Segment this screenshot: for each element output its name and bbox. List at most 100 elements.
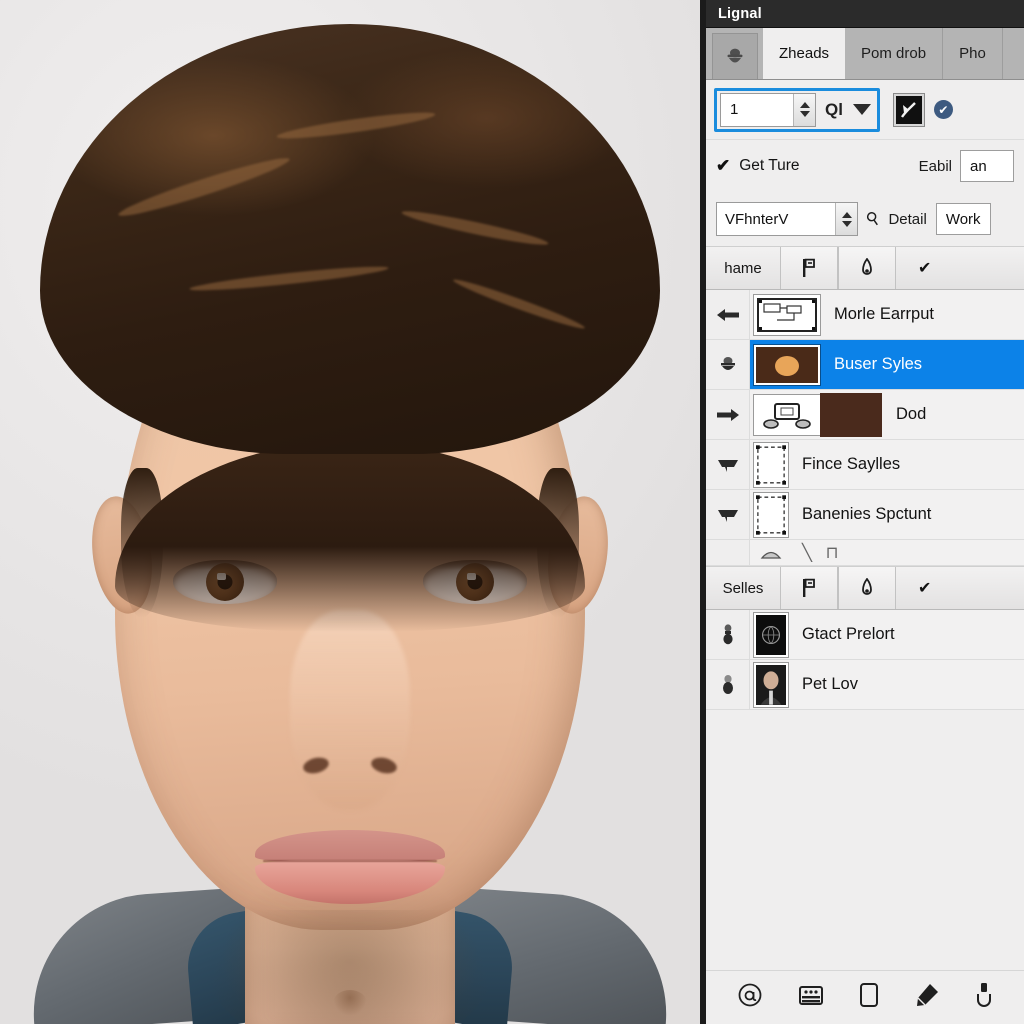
list-two-body: Gtact Prelort Pet Lov [706, 610, 1024, 710]
list-two-name-column: Selles [722, 579, 764, 597]
list-one-name-column: hame [724, 259, 762, 277]
row-gutter[interactable] [706, 440, 750, 489]
row-gutter[interactable] [706, 340, 750, 389]
color-swatch[interactable] [820, 392, 882, 437]
table-row-clipped[interactable]: ╲ ⊓ [706, 540, 1024, 566]
window-titlebar: Lignal [706, 0, 1024, 28]
lip-line [263, 860, 437, 862]
row-gutter[interactable] [706, 490, 750, 539]
clipped-thumb [754, 540, 788, 565]
preset-stepper-buttons[interactable] [835, 203, 857, 235]
pin-icon [722, 623, 733, 644]
tab-label: Pho [959, 45, 986, 62]
toolbar-primary: 1 Ql ✔ [706, 80, 1024, 140]
eabil-value: an [970, 157, 987, 175]
tab-shape-icon [717, 509, 738, 522]
row-gutter[interactable] [706, 540, 750, 565]
tab-label: Zheads [779, 45, 830, 62]
list-one-body: Morle Earrput Buser Syles Dod Fince Sayl… [706, 290, 1024, 566]
toolbox-icon[interactable] [798, 983, 824, 1013]
brown-circle-thumb[interactable] [754, 344, 820, 385]
upper-lip [255, 830, 445, 862]
application-panel: Lignal Zheads Pom drob Pho 1 Ql ✔ ✔ Get … [700, 0, 1024, 1024]
checkmark-icon: ✔ [716, 156, 731, 175]
get-ture-checkbox[interactable]: ✔ Get Ture [716, 156, 800, 176]
stepper-down-icon[interactable] [799, 111, 810, 117]
stepper-up-icon[interactable] [799, 102, 810, 108]
work-field[interactable]: Work [935, 203, 991, 235]
stepper-buttons[interactable] [793, 93, 815, 126]
empty-selection-thumb[interactable] [754, 442, 788, 487]
pen-nib-icon[interactable] [838, 247, 896, 289]
work-value: Work [945, 210, 981, 228]
stylus-icon[interactable] [975, 982, 993, 1014]
brush-stroke-icon[interactable] [893, 93, 924, 126]
app-badge-icon[interactable] [712, 33, 758, 79]
panel-empty-space [706, 710, 1024, 970]
preset-value: VFhnterV [725, 210, 789, 228]
arrow-right-icon [716, 408, 739, 421]
row-label: Banenies Spctunt [802, 505, 932, 523]
table-row[interactable]: Buser Syles [706, 340, 1024, 390]
lower-lip [255, 860, 445, 904]
hair-highlight [451, 275, 587, 333]
row-label: Morle Earrput [834, 305, 934, 323]
get-ture-label: Get Ture [739, 157, 800, 174]
portrait-photo-canvas[interactable] [0, 0, 700, 1024]
nose [290, 610, 410, 810]
at-circle-icon[interactable] [737, 982, 763, 1014]
detail-label: Detail [888, 210, 927, 228]
stepper-down-icon[interactable] [841, 220, 852, 227]
combo-unit-label: Ql [825, 99, 843, 119]
table-row[interactable]: Gtact Prelort [706, 610, 1024, 660]
list-one-check-column[interactable]: ✔ [896, 247, 1024, 289]
pen-nib-icon[interactable] [838, 567, 896, 609]
tablet-icon[interactable] [859, 982, 879, 1014]
chevron-down-icon[interactable] [852, 104, 871, 115]
hair-highlight [275, 107, 436, 143]
tab-pom-drob[interactable]: Pom drob [845, 28, 944, 79]
row-gutter[interactable] [706, 660, 750, 709]
flag-icon[interactable] [780, 567, 838, 609]
toolbar-selection: VFhnterV ⚲ Detail Work [706, 192, 1024, 246]
key-icon[interactable]: ⚲ [862, 207, 884, 231]
diagram-thumb[interactable] [754, 294, 820, 335]
quantity-stepper[interactable]: 1 [720, 92, 816, 127]
row-label: Pet Lov [802, 675, 858, 693]
row-gutter[interactable] [706, 390, 750, 439]
chin-shadow [220, 910, 480, 1024]
marker-pen-icon[interactable] [914, 982, 940, 1014]
stepper-value: 1 [730, 101, 739, 118]
table-row[interactable]: Banenies Spctunt [706, 490, 1024, 540]
row-label: Gtact Prelort [802, 625, 895, 643]
hair-highlight [188, 262, 389, 295]
bottom-toolbar [706, 970, 1024, 1024]
check-circle-icon[interactable]: ✔ [933, 100, 953, 119]
preset-select[interactable]: VFhnterV [716, 202, 858, 236]
table-row[interactable]: Pet Lov [706, 660, 1024, 710]
focused-combo-group[interactable]: 1 Ql [714, 87, 880, 132]
portrait-thumb[interactable] [754, 662, 788, 707]
row-gutter[interactable] [706, 290, 750, 339]
tab-shape-icon [717, 459, 738, 472]
pin-icon [722, 674, 733, 694]
eabil-field[interactable]: an [960, 150, 1014, 182]
table-row[interactable]: Dod [706, 390, 1024, 440]
row-gutter[interactable] [706, 610, 750, 659]
flag-icon[interactable] [780, 247, 838, 289]
empty-selection-thumb[interactable] [754, 492, 788, 537]
check-glyph: ✔ [938, 102, 949, 117]
tab-pho[interactable]: Pho [943, 28, 1003, 79]
monitor-thumb[interactable] [754, 394, 820, 435]
window-title: Lignal [718, 5, 762, 22]
stepper-up-icon[interactable] [841, 211, 852, 218]
list-two-check-column[interactable]: ✔ [896, 567, 1024, 609]
list-two-header: Selles ✔ [706, 566, 1024, 610]
table-row[interactable]: Morle Earrput [706, 290, 1024, 340]
tab-zheads[interactable]: Zheads [763, 28, 846, 79]
arrow-down-pin-icon [720, 356, 735, 370]
dark-globe-thumb[interactable] [754, 612, 788, 657]
table-row[interactable]: Fince Saylles [706, 440, 1024, 490]
row-label: Buser Syles [834, 355, 923, 373]
tab-bar: Zheads Pom drob Pho [706, 28, 1024, 80]
